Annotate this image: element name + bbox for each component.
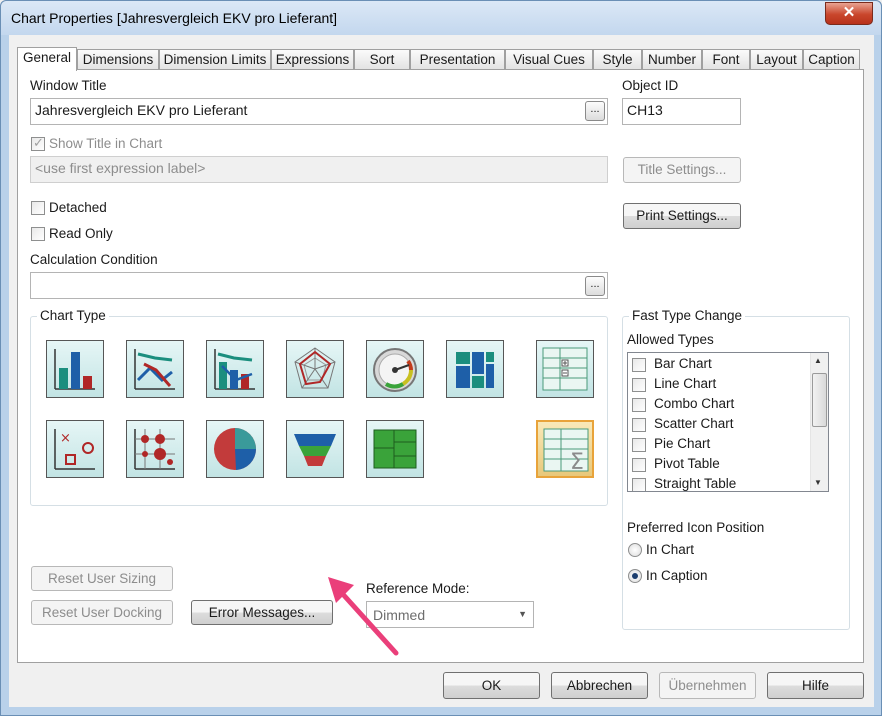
radar-chart-icon[interactable] [286, 340, 344, 398]
fast-type-change-group: Fast Type Change Allowed Types Bar Chart… [622, 308, 850, 630]
scatter-chart-icon[interactable]: × [46, 420, 104, 478]
preferred-icon-position-label: Preferred Icon Position [627, 520, 765, 535]
svg-text:×: × [60, 431, 71, 446]
show-title-label: Show Title in Chart [49, 136, 163, 151]
line-chart-icon[interactable] [126, 340, 184, 398]
calc-condition-label: Calculation Condition [30, 252, 158, 267]
tab-expressions[interactable]: Expressions [271, 49, 354, 69]
chart-type-group: Chart Type × Σ [30, 308, 608, 506]
in-caption-radio[interactable] [628, 569, 642, 583]
general-panel: Window Title Jahresvergleich EKV pro Lie… [17, 69, 864, 663]
dialog-window: Chart Properties [Jahresvergleich EKV pr… [0, 0, 882, 716]
svg-text:Σ: Σ [570, 450, 584, 475]
annotation-arrow [328, 577, 399, 656]
allowed-type-checkbox[interactable] [632, 458, 646, 472]
ok-button[interactable]: OK [443, 672, 540, 699]
block-chart-icon[interactable] [366, 420, 424, 478]
window-title: Chart Properties [Jahresvergleich EKV pr… [11, 10, 338, 26]
chevron-down-icon: ▼ [518, 609, 527, 619]
read-only-checkbox[interactable] [31, 227, 45, 241]
in-chart-radio[interactable] [628, 543, 642, 557]
bar-chart-icon[interactable] [46, 340, 104, 398]
tab-general[interactable]: General [17, 47, 77, 71]
chart-title-input[interactable]: <use first expression label> [30, 156, 608, 183]
fast-type-change-label: Fast Type Change [629, 308, 746, 323]
tab-layout[interactable]: Layout [750, 49, 803, 69]
show-title-checkbox[interactable] [31, 135, 45, 151]
cancel-button[interactable]: Abbrechen [551, 672, 648, 699]
scroll-up-icon[interactable]: ▲ [814, 356, 822, 365]
tab-number[interactable]: Number [642, 49, 702, 69]
title-settings-button[interactable]: Title Settings... [623, 157, 741, 183]
pie-chart-icon[interactable] [206, 420, 264, 478]
gauge-chart-icon[interactable] [366, 340, 424, 398]
allowed-type-checkbox[interactable] [632, 358, 646, 372]
tab-dimension-limits[interactable]: Dimension Limits [159, 49, 271, 69]
help-button[interactable]: Hilfe [767, 672, 864, 699]
window-title-ellipsis-button[interactable]: ... [585, 101, 605, 121]
window-title-input[interactable]: Jahresvergleich EKV pro Lieferant [30, 98, 608, 125]
tab-style[interactable]: Style [593, 49, 642, 69]
allowed-type-checkbox[interactable] [632, 378, 646, 392]
allowed-types-list[interactable]: Bar Chart Line Chart Combo Chart Scatter… [627, 352, 829, 492]
title-bar[interactable]: Chart Properties [Jahresvergleich EKV pr… [1, 1, 881, 35]
dialog-client: General Dimensions Dimension Limits Expr… [9, 35, 874, 707]
detached-checkbox[interactable] [31, 201, 45, 215]
tab-caption[interactable]: Caption [803, 49, 860, 69]
in-caption-label: In Caption [646, 568, 708, 583]
object-id-input[interactable]: CH13 [622, 98, 741, 125]
object-id-label: Object ID [622, 78, 679, 93]
calc-condition-ellipsis-button[interactable]: ... [585, 276, 605, 296]
in-chart-label: In Chart [646, 542, 695, 557]
error-messages-button[interactable]: Error Messages... [191, 600, 333, 625]
detached-label: Detached [49, 200, 107, 215]
mekko-chart-icon[interactable] [446, 340, 504, 398]
allowed-type-checkbox[interactable] [632, 478, 646, 491]
combo-chart-icon[interactable] [206, 340, 264, 398]
apply-button[interactable]: Übernehmen [659, 672, 756, 699]
allowed-type-checkbox[interactable] [632, 438, 646, 452]
calc-condition-input[interactable] [30, 272, 608, 299]
tab-font[interactable]: Font [702, 49, 750, 69]
reset-user-sizing-button[interactable]: Reset User Sizing [31, 566, 173, 591]
tab-sort[interactable]: Sort [354, 49, 410, 69]
allowed-type-checkbox[interactable] [632, 398, 646, 412]
read-only-label: Read Only [49, 226, 113, 241]
scroll-thumb[interactable] [812, 373, 827, 427]
print-settings-button[interactable]: Print Settings... [623, 203, 741, 229]
chart-type-label: Chart Type [37, 308, 109, 323]
allowed-type-checkbox[interactable] [632, 418, 646, 432]
list-scrollbar[interactable]: ▲ ▼ [810, 353, 828, 491]
funnel-chart-icon[interactable] [286, 420, 344, 478]
close-icon: ✕ [842, 4, 856, 21]
reset-user-docking-button[interactable]: Reset User Docking [31, 600, 173, 625]
grid-chart-icon[interactable] [126, 420, 184, 478]
tab-dimensions[interactable]: Dimensions [77, 49, 159, 69]
scroll-down-icon[interactable]: ▼ [814, 478, 822, 487]
close-button[interactable]: ✕ [825, 2, 873, 25]
window-title-label: Window Title [30, 78, 107, 93]
straight-table-icon[interactable]: Σ [536, 420, 594, 478]
tab-visual-cues[interactable]: Visual Cues [505, 49, 593, 69]
allowed-types-label: Allowed Types [627, 332, 714, 347]
tab-presentation[interactable]: Presentation [410, 49, 505, 69]
pivot-table-icon[interactable] [536, 340, 594, 398]
